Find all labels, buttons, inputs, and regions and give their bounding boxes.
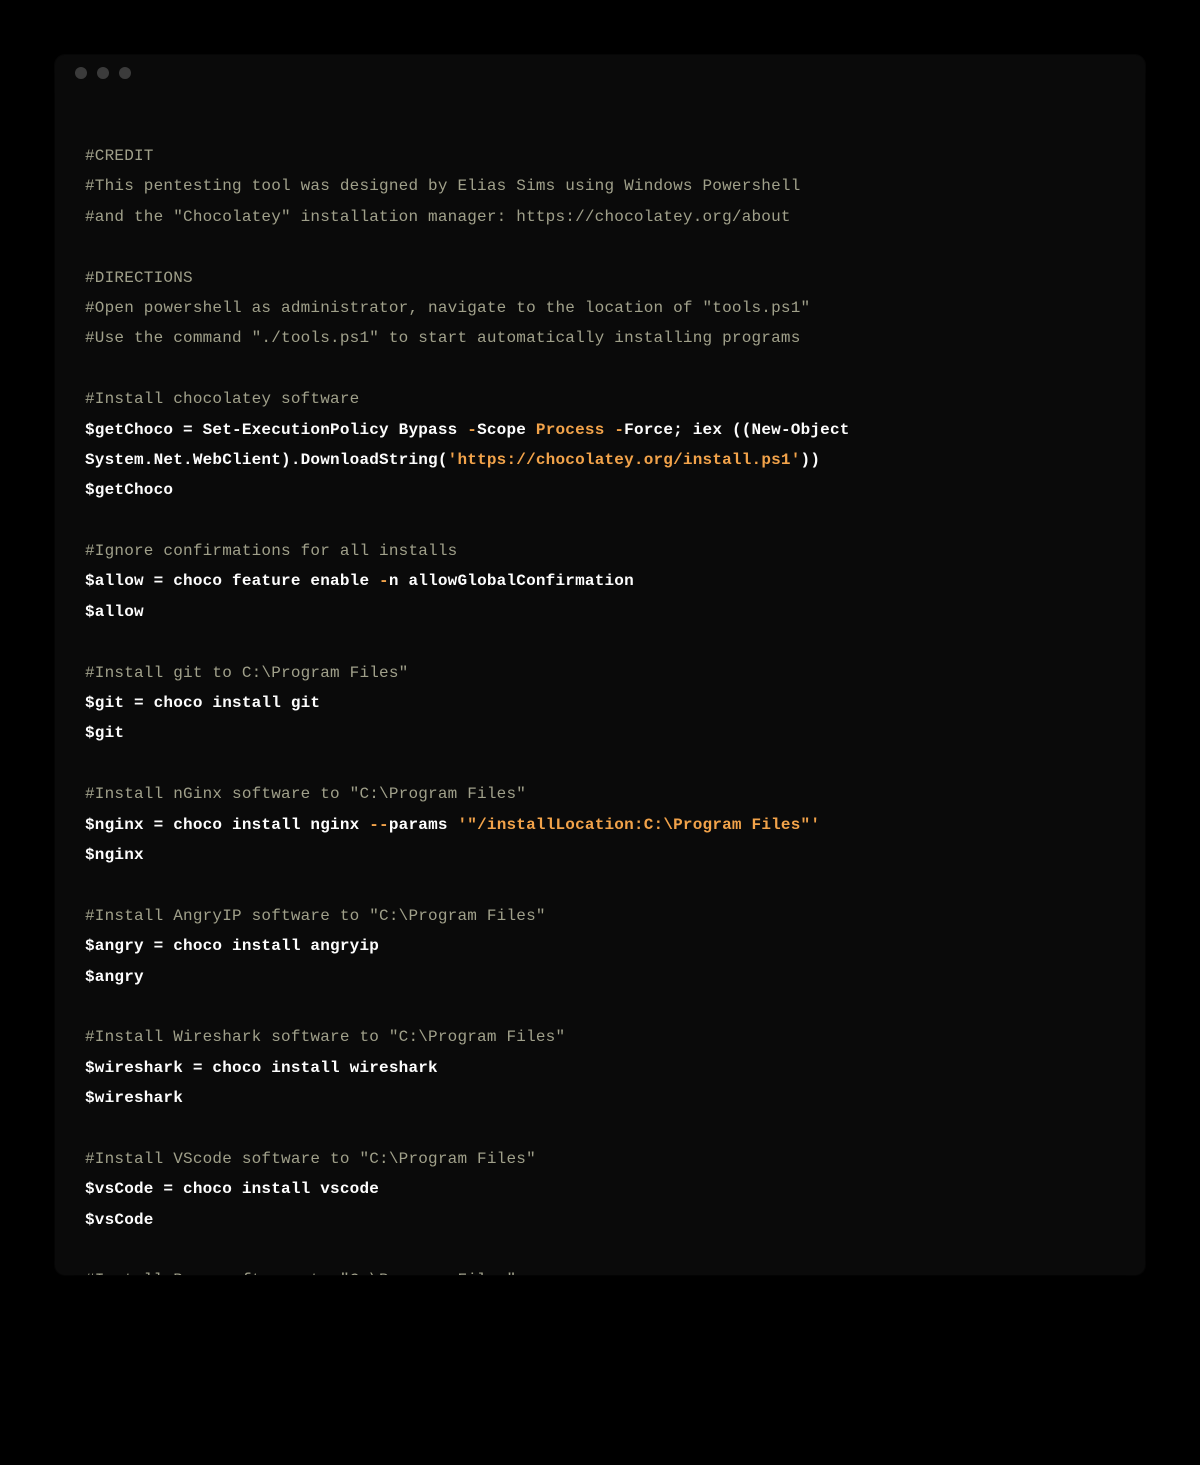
code-line (85, 1235, 1115, 1265)
code-line: $getChoco (85, 475, 1115, 505)
code-line: #Open powershell as administrator, navig… (85, 293, 1115, 323)
code-line: $vsCode = choco install vscode (85, 1174, 1115, 1204)
code-token-plain: $vsCode (85, 1211, 154, 1229)
code-line: #Ignore confirmations for all installs (85, 536, 1115, 566)
code-line: $git = choco install git (85, 688, 1115, 718)
code-token-plain: $allow (85, 603, 144, 621)
code-token-comment: #Install VScode software to "C:\Program … (85, 1150, 536, 1168)
code-token-comment: #Open powershell as administrator, navig… (85, 299, 810, 317)
code-token-comment: #Ignore confirmations for all installs (85, 542, 457, 560)
code-line (85, 506, 1115, 536)
code-token-accent: - (467, 421, 477, 439)
code-line: #Use the command "./tools.ps1" to start … (85, 323, 1115, 353)
code-token-plain: params (389, 816, 458, 834)
code-token-plain: $wireshark (85, 1089, 183, 1107)
code-line: #Install Burp software to "C:\Program Fi… (85, 1265, 1115, 1275)
maximize-icon[interactable] (119, 67, 131, 79)
code-line: $wireshark (85, 1083, 1115, 1113)
code-token-comment: #CREDIT (85, 147, 154, 165)
code-line: #Install AngryIP software to "C:\Program… (85, 901, 1115, 931)
code-line: #DIRECTIONS (85, 263, 1115, 293)
code-line: #Install Wireshark software to "C:\Progr… (85, 1022, 1115, 1052)
code-line: #Install chocolatey software (85, 384, 1115, 414)
code-token-plain: Scope (477, 421, 536, 439)
code-token-comment: #Install Burp software to "C:\Program Fi… (85, 1271, 516, 1275)
code-line (85, 992, 1115, 1022)
code-token-plain: $git (85, 724, 124, 742)
minimize-icon[interactable] (97, 67, 109, 79)
code-line: #CREDIT (85, 141, 1115, 171)
code-line: #Install git to C:\Program Files" (85, 658, 1115, 688)
code-line: $allow = choco feature enable -n allowGl… (85, 566, 1115, 596)
code-line: $nginx = choco install nginx --params '"… (85, 810, 1115, 840)
code-token-accent: -- (369, 816, 389, 834)
code-line: #Install nGinx software to "C:\Program F… (85, 779, 1115, 809)
code-token-comment: #Use the command "./tools.ps1" to start … (85, 329, 801, 347)
code-token-accent: Process (536, 421, 605, 439)
code-token-comment: #Install chocolatey software (85, 390, 359, 408)
code-line: $angry (85, 962, 1115, 992)
terminal-window: #CREDIT #This pentesting tool was designe… (55, 55, 1145, 1275)
code-line: #Install VScode software to "C:\Program … (85, 1144, 1115, 1174)
code-line: #and the "Chocolatey" installation manag… (85, 202, 1115, 232)
code-line (85, 354, 1115, 384)
code-token-plain: $git = choco install git (85, 694, 320, 712)
code-token-plain (605, 421, 615, 439)
code-token-comment: #DIRECTIONS (85, 269, 193, 287)
code-token-comment: #and the "Chocolatey" installation manag… (85, 208, 791, 226)
code-block: #CREDIT #This pentesting tool was designe… (55, 91, 1145, 1275)
code-line: #This pentesting tool was designed by El… (85, 171, 1115, 201)
code-token-accent: - (379, 572, 389, 590)
code-token-plain: $getChoco (85, 481, 173, 499)
code-token-comment: #Install git to C:\Program Files" (85, 664, 408, 682)
code-token-plain: $allow = choco feature enable (85, 572, 379, 590)
code-token-plain: $nginx (85, 846, 144, 864)
code-token-comment: #This pentesting tool was designed by El… (85, 177, 801, 195)
code-token-comment: #Install Wireshark software to "C:\Progr… (85, 1028, 565, 1046)
code-token-plain: )) (801, 451, 821, 469)
code-line (85, 1114, 1115, 1144)
code-token-comment: #Install AngryIP software to "C:\Program… (85, 907, 546, 925)
window-titlebar (55, 55, 1145, 91)
code-token-plain: n allowGlobalConfirmation (389, 572, 634, 590)
code-token-string: '"/installLocation:C:\Program Files"' (457, 816, 820, 834)
code-line: $vsCode (85, 1205, 1115, 1235)
close-icon[interactable] (75, 67, 87, 79)
code-line (85, 232, 1115, 262)
code-token-plain: $wireshark = choco install wireshark (85, 1059, 438, 1077)
code-token-plain: $angry = choco install angryip (85, 937, 379, 955)
code-line: $allow (85, 597, 1115, 627)
code-line (85, 870, 1115, 900)
code-line (85, 749, 1115, 779)
code-token-plain: $vsCode = choco install vscode (85, 1180, 379, 1198)
code-line: $nginx (85, 840, 1115, 870)
code-token-plain: $angry (85, 968, 144, 986)
code-token-plain: $nginx = choco install nginx (85, 816, 369, 834)
code-line: $angry = choco install angryip (85, 931, 1115, 961)
code-line: $getChoco = Set-ExecutionPolicy Bypass -… (85, 415, 1115, 476)
code-line (85, 627, 1115, 657)
code-token-accent: - (614, 421, 624, 439)
code-line: $git (85, 718, 1115, 748)
code-token-plain: $getChoco = Set-ExecutionPolicy Bypass (85, 421, 467, 439)
code-token-string: 'https://chocolatey.org/install.ps1' (448, 451, 801, 469)
code-token-comment: #Install nGinx software to "C:\Program F… (85, 785, 526, 803)
code-line: $wireshark = choco install wireshark (85, 1053, 1115, 1083)
